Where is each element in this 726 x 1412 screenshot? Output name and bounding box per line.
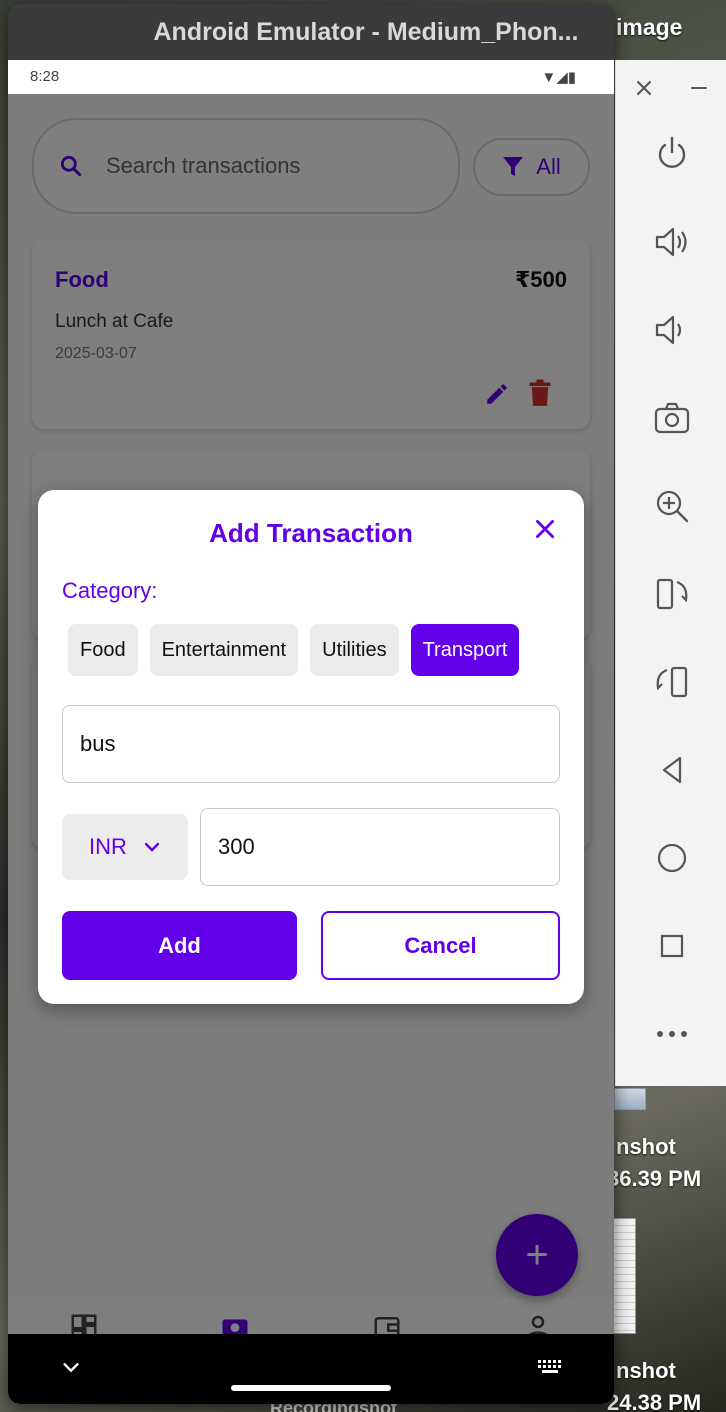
minimize-icon[interactable] xyxy=(689,78,709,98)
emulator-window: Android Emulator - Medium_Phon... 8:28 ▼… xyxy=(8,4,614,1404)
desktop-thumbnail[interactable] xyxy=(612,1218,636,1334)
power-icon[interactable] xyxy=(652,134,692,174)
close-icon[interactable] xyxy=(532,516,558,542)
desktop-thumbnail[interactable] xyxy=(614,1088,646,1110)
emulator-title[interactable]: Android Emulator - Medium_Phon... xyxy=(8,4,614,60)
system-navigation-bar xyxy=(8,1334,614,1404)
zoom-icon[interactable] xyxy=(652,486,692,526)
keyboard-icon[interactable] xyxy=(536,1358,566,1376)
dialog-title: Add Transaction xyxy=(209,518,413,548)
category-chip-transport[interactable]: Transport xyxy=(410,624,520,676)
desktop-file-time: 36.39 PM xyxy=(607,1166,702,1191)
camera-icon[interactable] xyxy=(652,398,692,438)
desktop-file-label: nshot xyxy=(616,1134,676,1159)
cancel-button[interactable]: Cancel xyxy=(321,911,560,980)
chevron-down-icon xyxy=(144,842,160,852)
add-transaction-dialog: Add Transaction Category: Food Entertain… xyxy=(38,490,584,1004)
category-label: Category: xyxy=(62,578,158,603)
status-time: 8:28 xyxy=(30,68,60,85)
category-chip-food[interactable]: Food xyxy=(68,624,138,676)
desktop-file-label: nshot xyxy=(616,1358,676,1383)
close-icon[interactable] xyxy=(634,78,654,98)
volume-up-icon[interactable] xyxy=(652,222,692,262)
emulator-toolbar xyxy=(615,60,726,1086)
back-icon[interactable] xyxy=(652,750,692,790)
status-bar: 8:28 ▼◢▮ xyxy=(8,60,614,94)
volume-down-icon[interactable] xyxy=(652,310,692,350)
overview-icon[interactable] xyxy=(652,926,692,966)
currency-select[interactable]: INR xyxy=(62,814,188,880)
phone-screen: 8:28 ▼◢▮ Search transactions All Food ₹5… xyxy=(8,60,614,1404)
category-chip-entertainment[interactable]: Entertainment xyxy=(149,624,299,676)
add-button[interactable]: Add xyxy=(62,911,297,980)
home-icon[interactable] xyxy=(652,838,692,878)
amount-field[interactable]: 300 xyxy=(200,808,560,886)
rotate-right-icon[interactable] xyxy=(652,662,692,702)
status-icons: ▼◢▮ xyxy=(541,69,576,86)
chevron-down-icon[interactable] xyxy=(60,1356,82,1378)
rotate-left-icon[interactable] xyxy=(652,574,692,614)
category-chips: Food Entertainment Utilities Transport xyxy=(68,624,520,676)
desktop-file-time: 24.38 PM xyxy=(607,1390,702,1412)
app-content: Search transactions All Food ₹500 Lunch … xyxy=(8,94,614,1378)
home-gesture-pill[interactable] xyxy=(231,1385,391,1391)
category-chip-utilities[interactable]: Utilities xyxy=(310,624,399,676)
more-icon[interactable] xyxy=(652,1014,692,1054)
toolbar-window-controls xyxy=(616,78,726,98)
currency-value: INR xyxy=(89,834,127,859)
description-field[interactable]: bus xyxy=(62,705,560,783)
desktop-window-label: image xyxy=(616,14,683,40)
